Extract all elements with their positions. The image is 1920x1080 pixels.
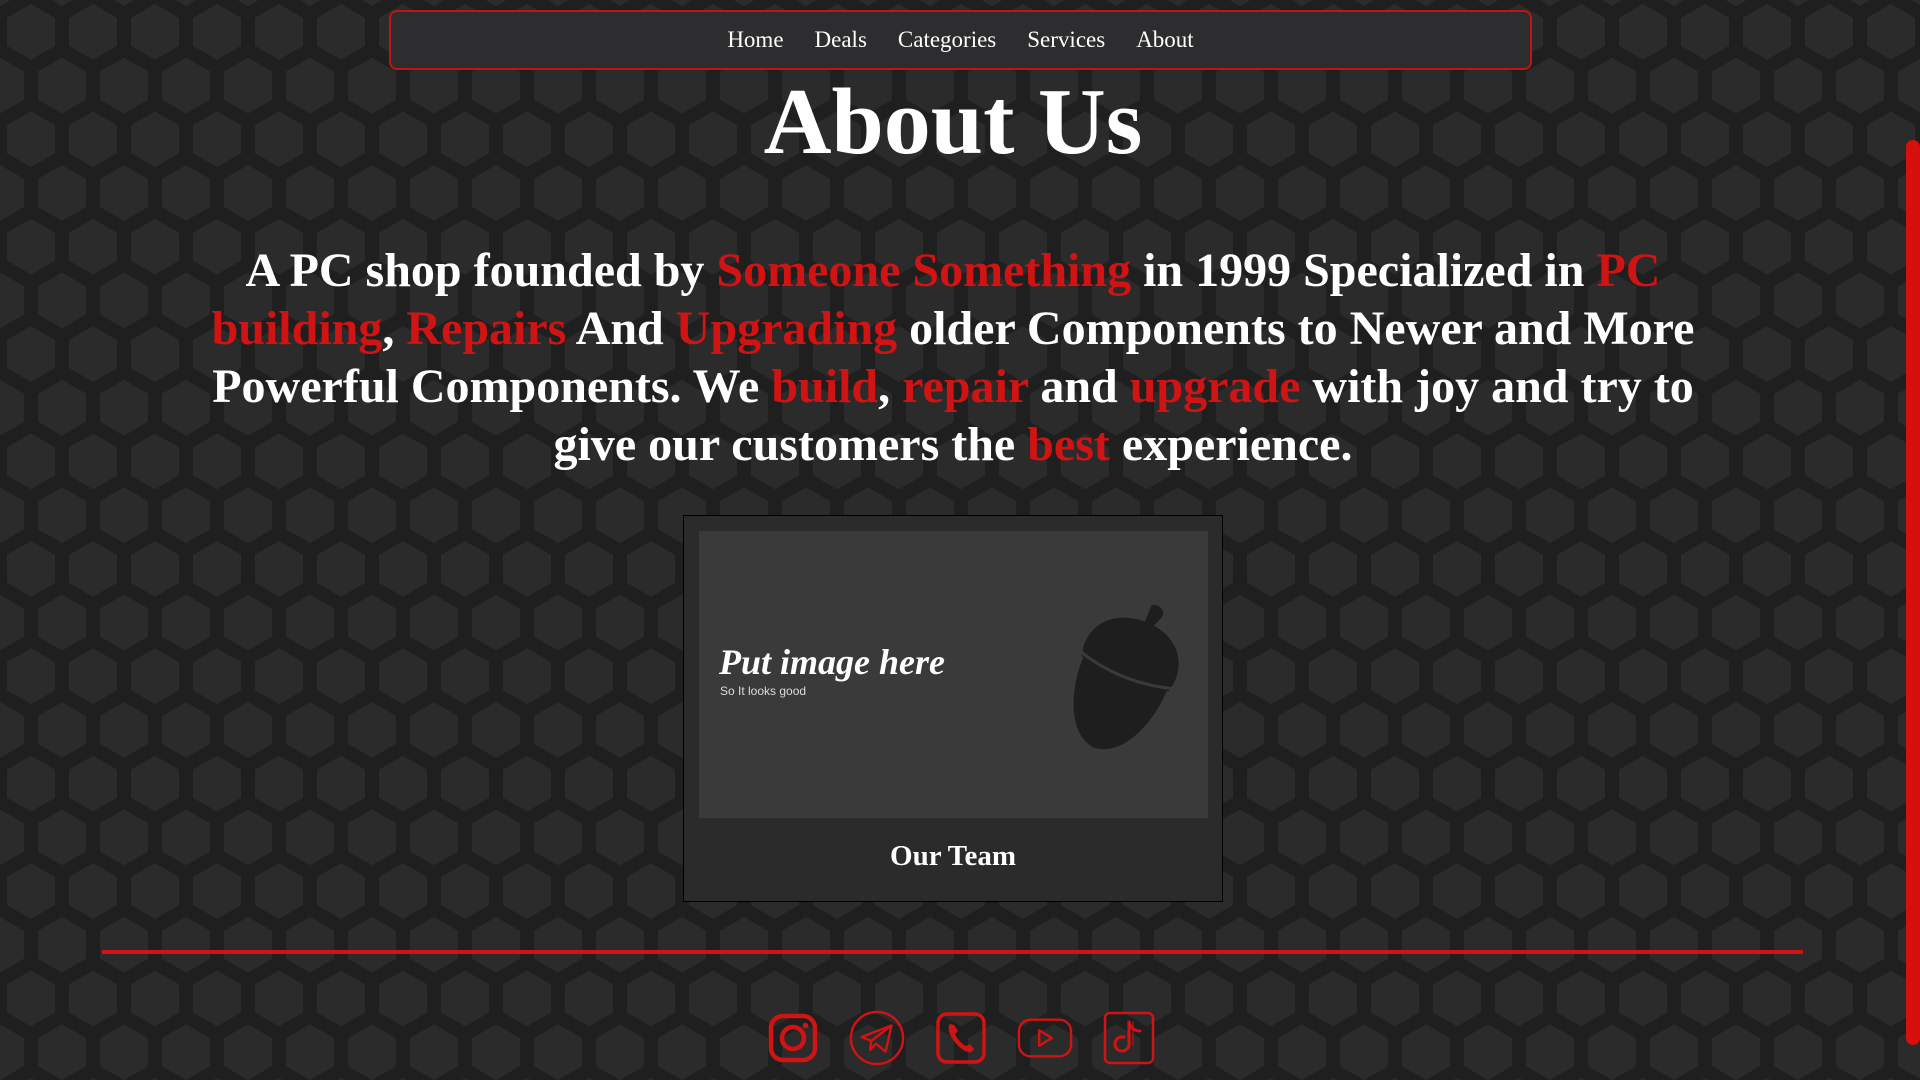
team-image-placeholder: Put image here So It looks good [699,531,1208,818]
about-text-segment: A PC shop founded by [245,244,717,297]
acorn-icon [1073,604,1179,750]
about-highlight-build: build [771,360,879,413]
about-highlight-best: best [1027,418,1110,471]
youtube-icon[interactable] [1017,1008,1073,1068]
about-text-segment: , [382,302,407,355]
page-title: About Us [763,70,1143,174]
navigation-bar: Home Deals Categories Services About [389,10,1532,70]
about-highlight-repair: repair [902,360,1029,413]
about-text-segment: And [566,302,676,355]
about-text-segment: in 1999 Specialized in [1131,244,1597,297]
about-highlight-founder: Someone Something [716,244,1132,297]
image-placeholder-title: Put image here [719,642,945,682]
about-paragraph: A PC shop founded by Someone Something i… [180,242,1726,474]
footer-divider [102,950,1803,954]
about-text-segment: , [878,360,903,413]
about-highlight-upgrading: Upgrading [675,302,898,355]
tiktok-icon[interactable] [1101,1008,1157,1068]
nav-link-about[interactable]: About [1136,27,1194,53]
nav-link-deals[interactable]: Deals [815,27,867,53]
about-highlight-upgrade: upgrade [1129,360,1301,413]
nav-link-services[interactable]: Services [1027,27,1105,53]
image-placeholder-subtitle: So It looks good [720,684,807,698]
phone-icon[interactable] [933,1008,989,1068]
about-text-segment: and [1028,360,1130,413]
social-links [765,1008,1157,1068]
nav-link-home[interactable]: Home [727,27,783,53]
team-label: Our Team [890,840,1016,872]
team-card[interactable]: Put image here So It looks good Our Team [683,515,1223,902]
about-highlight-repairs: Repairs [406,302,567,355]
about-text-segment: experience. [1109,418,1353,471]
nav-link-categories[interactable]: Categories [898,27,996,53]
scrollbar-thumb[interactable] [1906,140,1920,1045]
instagram-icon[interactable] [765,1008,821,1068]
telegram-icon[interactable] [849,1008,905,1068]
